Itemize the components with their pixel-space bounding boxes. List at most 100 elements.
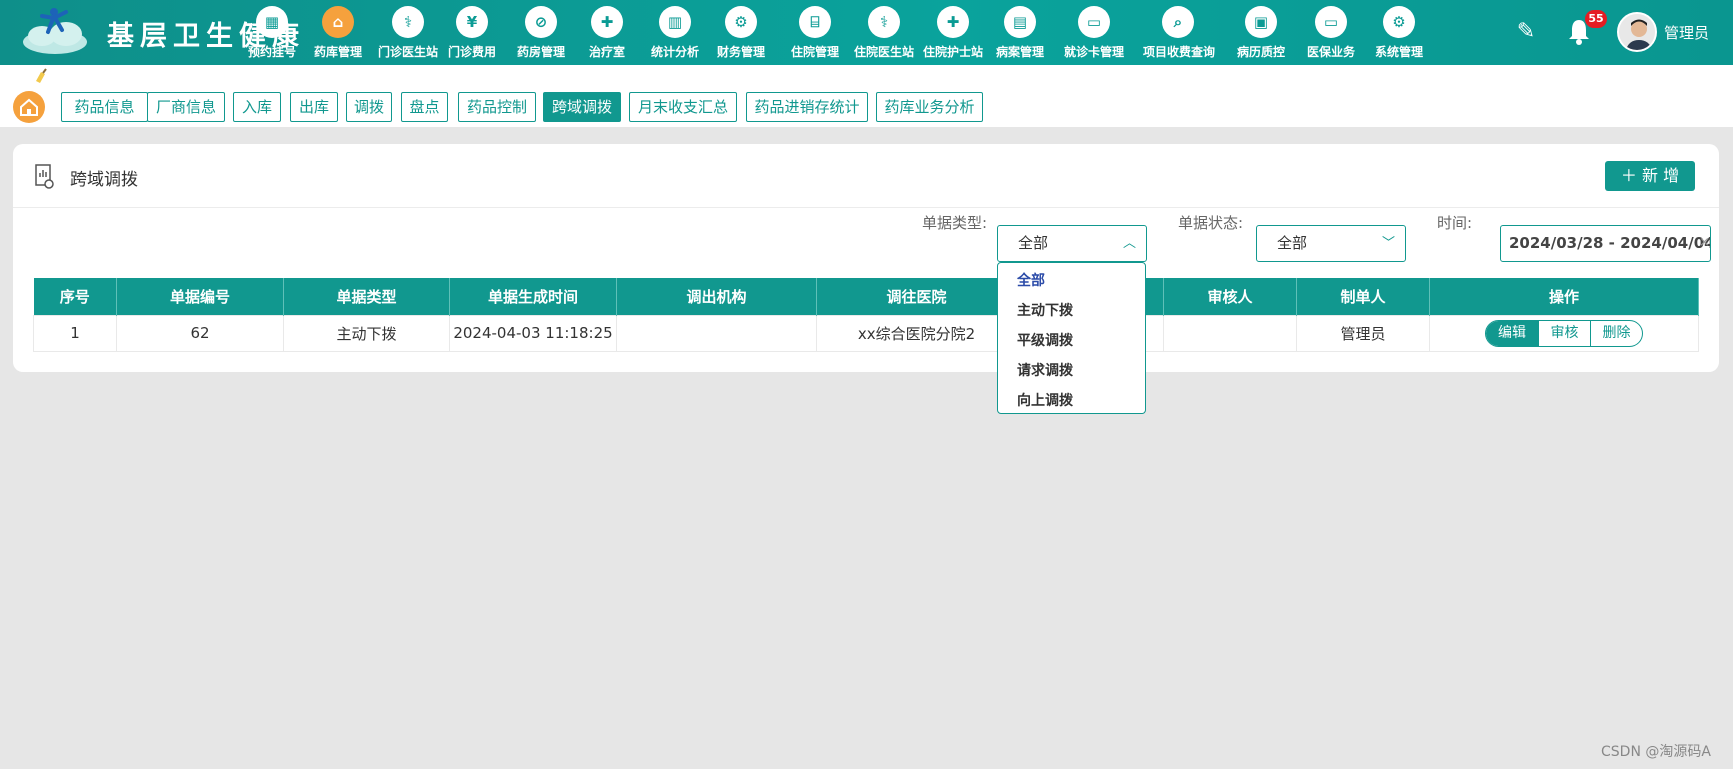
nav-item-6[interactable]: ▥ 统计分析 xyxy=(640,6,710,62)
column-header: 调往医院 xyxy=(816,278,1017,315)
tab-8[interactable]: 月末收支汇总 xyxy=(629,92,737,122)
status-filter-label: 单据状态: xyxy=(1178,214,1244,232)
edit-button[interactable]: 编辑 xyxy=(1486,320,1538,346)
tab-3[interactable]: 出库 xyxy=(290,92,338,122)
dropdown-option[interactable]: 请求调拨 xyxy=(998,356,1145,386)
tab-2[interactable]: 入库 xyxy=(233,92,281,122)
medical-record-icon: ▣ xyxy=(1245,6,1277,38)
nav-item-8[interactable]: ⌸ 住院管理 xyxy=(780,6,850,62)
nav-item-15[interactable]: ▭ 医保业务 xyxy=(1296,6,1366,62)
dropdown-option[interactable]: 平级调拨 xyxy=(998,326,1145,356)
inpatient-doctor-icon: ⚕ xyxy=(868,6,900,38)
dropdown-option[interactable]: 主动下拨 xyxy=(998,296,1145,326)
type-filter-label: 单据类型: xyxy=(922,214,988,232)
add-button-label: 新 增 xyxy=(1642,166,1680,185)
time-filter-label: 时间: xyxy=(1437,214,1473,232)
fee-search-icon: ⌕ xyxy=(1162,6,1194,38)
tab-0[interactable]: 药品信息 xyxy=(61,92,148,122)
add-button[interactable]: ＋ 新 增 xyxy=(1605,161,1695,191)
tab-5[interactable]: 盘点 xyxy=(401,92,448,122)
yen-icon-glyph: ¥ xyxy=(466,13,478,31)
document-chart-icon xyxy=(35,164,54,189)
nav-item-16[interactable]: ⚙ 系统管理 xyxy=(1364,6,1434,62)
nav-item-13[interactable]: ⌕ 项目收费查询 xyxy=(1143,6,1215,62)
nav-item-10[interactable]: ✚ 住院护士站 xyxy=(918,6,988,62)
card-title: 跨域调拨 xyxy=(70,170,138,190)
nurse-icon-glyph: ✚ xyxy=(600,13,614,31)
nav-item-9[interactable]: ⚕ 住院医生站 xyxy=(849,6,919,62)
card-header: 跨域调拨 ＋ 新 增 xyxy=(13,144,1719,208)
type-filter-select[interactable]: 全部 ︿ xyxy=(997,225,1147,262)
column-header: 审核人 xyxy=(1163,278,1297,315)
nurse-icon: ✚ xyxy=(591,6,623,38)
nav-item-label: 住院管理 xyxy=(790,45,839,59)
column-header: 单据生成时间 xyxy=(449,278,617,315)
calendar-icon-glyph: ▦ xyxy=(264,13,280,31)
record-icon-glyph: ▤ xyxy=(1012,13,1028,31)
nav-item-11[interactable]: ▤ 病案管理 xyxy=(985,6,1055,62)
tab-9[interactable]: 药品进销存统计 xyxy=(746,92,868,122)
column-header: 单据编号 xyxy=(116,278,284,315)
column-header: 操作 xyxy=(1429,278,1699,315)
nav-item-label: 药库管理 xyxy=(313,45,362,59)
nav-item-7[interactable]: ⚙ 财务管理 xyxy=(706,6,776,62)
tab-4[interactable]: 调拨 xyxy=(346,92,392,122)
nav-item-label: 药房管理 xyxy=(516,45,565,59)
watermark: CSDN @淘源码A xyxy=(1601,744,1711,760)
tab-6[interactable]: 药品控制 xyxy=(458,92,536,122)
nav-item-label: 住院护士站 xyxy=(922,45,983,59)
tab-10[interactable]: 药库业务分析 xyxy=(876,92,983,122)
nav-item-5[interactable]: ✚ 治疗室 xyxy=(572,6,642,62)
table-cell: 管理员 xyxy=(1296,314,1430,352)
bed-icon-glyph: ⌸ xyxy=(810,13,820,31)
content-card: 跨域调拨 ＋ 新 增 单据类型: 全部 ︿ 单据状态: 全部 ﹀ 时间: 202… xyxy=(13,144,1719,372)
pill-icon: ⊘ xyxy=(525,6,557,38)
notification-badge: 55 xyxy=(1585,10,1607,28)
delete-button[interactable]: 删除 xyxy=(1590,320,1642,346)
nav-item-0[interactable]: ▦ 预约挂号 xyxy=(237,6,307,62)
tab-1[interactable]: 厂商信息 xyxy=(147,92,225,122)
nav-item-label: 系统管理 xyxy=(1374,45,1423,59)
column-header: 制单人 xyxy=(1296,278,1430,315)
nav-item-label: 门诊费用 xyxy=(447,45,496,59)
card-icon-glyph: ▭ xyxy=(1086,13,1102,31)
avatar[interactable] xyxy=(1617,12,1657,52)
username[interactable]: 管理员 xyxy=(1664,22,1709,43)
home-button[interactable] xyxy=(13,91,45,123)
tab-7[interactable]: 跨域调拨 xyxy=(543,92,621,122)
nav-item-label: 就诊卡管理 xyxy=(1063,45,1124,59)
nav-item-3[interactable]: ¥ 门诊费用 xyxy=(437,6,507,62)
bar-chart-icon-glyph: ▥ xyxy=(667,13,683,31)
card-icon: ▭ xyxy=(1078,6,1110,38)
nav-item-2[interactable]: ⚕ 门诊医生站 xyxy=(373,6,443,62)
edit-pencil-icon[interactable]: ✎ xyxy=(1512,18,1540,46)
nav-item-1[interactable]: ⌂ 药库管理 xyxy=(303,6,373,62)
insurance-icon: ▭ xyxy=(1315,6,1347,38)
bed-icon: ⌸ xyxy=(799,6,831,38)
doctor-icon: ⚕ xyxy=(392,6,424,38)
date-range-input[interactable]: 2024/03/28 - 2024/04/04 xyxy=(1500,225,1711,262)
nav-item-14[interactable]: ▣ 病历质控 xyxy=(1226,6,1296,62)
nav-item-label: 统计分析 xyxy=(650,45,699,59)
review-button[interactable]: 审核 xyxy=(1538,320,1590,346)
status-filter-select[interactable]: 全部 ﹀ xyxy=(1256,225,1406,262)
nurse-station-icon: ✚ xyxy=(937,6,969,38)
table-cell xyxy=(1163,314,1297,352)
dropdown-option[interactable]: 向上调拨 xyxy=(998,386,1145,416)
clear-icon[interactable]: × xyxy=(1699,235,1710,250)
table-row: 1 62 主动下拨 2024-04-03 11:18:25 xx综合医院分院2 管理员 编辑… xyxy=(33,314,1699,352)
plus-icon: ＋ xyxy=(1620,166,1637,185)
nav-item-label: 住院医生站 xyxy=(853,45,914,59)
nav-item-12[interactable]: ▭ 就诊卡管理 xyxy=(1059,6,1129,62)
settings-icon-glyph: ⚙ xyxy=(1392,13,1406,31)
column-header: 单据类型 xyxy=(283,278,450,315)
dropdown-option[interactable]: 全部 xyxy=(998,266,1145,296)
medical-record-icon-glyph: ▣ xyxy=(1253,13,1269,31)
broom-icon[interactable] xyxy=(33,68,49,84)
table-cell: 1 xyxy=(33,314,117,352)
type-dropdown-menu: 全部 主动下拨 平级调拨 请求调拨 向上调拨 xyxy=(997,262,1146,414)
nav-item-4[interactable]: ⊘ 药房管理 xyxy=(506,6,576,62)
action-group: 编辑 审核 删除 xyxy=(1485,319,1643,347)
status-filter-value: 全部 xyxy=(1277,234,1308,252)
finance-gear-icon: ⚙ xyxy=(725,6,757,38)
